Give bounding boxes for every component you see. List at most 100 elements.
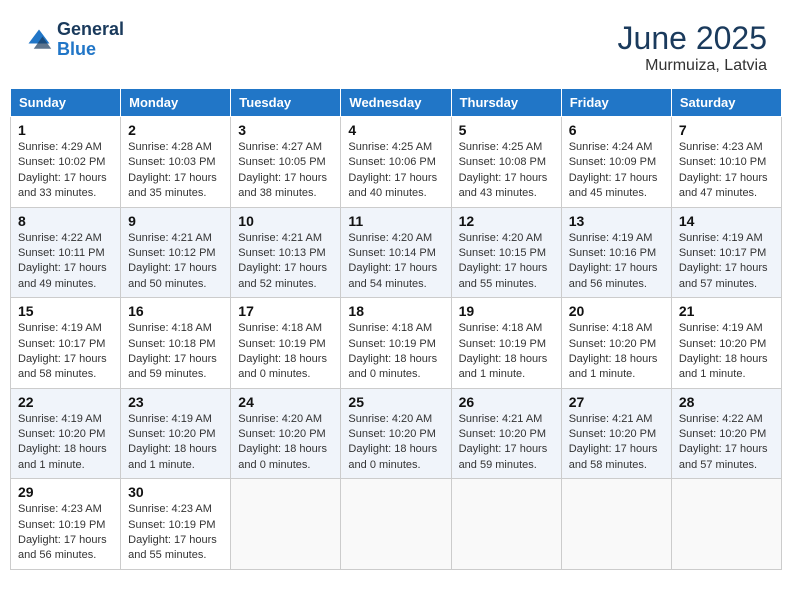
day-info: Sunrise: 4:25 AM Sunset: 10:08 PM Daylig… (459, 140, 554, 202)
day-of-week-header: Sunday (11, 89, 121, 117)
day-info: Sunrise: 4:19 AM Sunset: 10:20 PM Daylig… (128, 412, 223, 474)
calendar-week-row: 22 Sunrise: 4:19 AM Sunset: 10:20 PM Dayl… (11, 388, 782, 479)
calendar-body: 1 Sunrise: 4:29 AM Sunset: 10:02 PM Dayli… (11, 117, 782, 570)
calendar-cell: 16Sunrise: 4:18 AM Sunset: 10:18 PM Dayl… (121, 298, 231, 389)
day-number: 27 (569, 394, 664, 410)
logo: General Blue (25, 20, 124, 60)
day-number: 18 (348, 303, 443, 319)
day-number: 21 (679, 303, 774, 319)
calendar-cell: 21 Sunrise: 4:19 AM Sunset: 10:20 PM Dayl… (671, 298, 781, 389)
calendar-cell: 29 Sunrise: 4:23 AM Sunset: 10:19 PM Dayl… (11, 479, 121, 570)
day-of-week-header: Monday (121, 89, 231, 117)
day-number: 2 (128, 122, 223, 138)
day-number: 16 (128, 303, 223, 319)
calendar-cell: 27 Sunrise: 4:21 AM Sunset: 10:20 PM Dayl… (561, 388, 671, 479)
day-info: Sunrise: 4:21 AM Sunset: 10:12 PM Daylig… (128, 231, 223, 293)
day-of-week-header: Friday (561, 89, 671, 117)
day-number: 17 (238, 303, 333, 319)
day-info: Sunrise: 4:23 AM Sunset: 10:19 PM Daylig… (128, 502, 223, 564)
calendar-cell: 9Sunrise: 4:21 AM Sunset: 10:12 PM Dayli… (121, 207, 231, 298)
location: Murmuiza, Latvia (618, 57, 767, 75)
day-info: Sunrise: 4:22 AM Sunset: 10:20 PM Daylig… (679, 412, 774, 474)
calendar-cell: 4 Sunrise: 4:25 AM Sunset: 10:06 PM Dayli… (341, 117, 451, 208)
calendar-cell: 11 Sunrise: 4:20 AM Sunset: 10:14 PM Dayl… (341, 207, 451, 298)
day-number: 13 (569, 213, 664, 229)
day-info: Sunrise: 4:19 AM Sunset: 10:17 PM Daylig… (18, 321, 113, 383)
calendar-cell: 12 Sunrise: 4:20 AM Sunset: 10:15 PM Dayl… (451, 207, 561, 298)
calendar-cell: 25Sunrise: 4:20 AM Sunset: 10:20 PM Dayl… (341, 388, 451, 479)
day-number: 22 (18, 394, 113, 410)
day-info: Sunrise: 4:21 AM Sunset: 10:20 PM Daylig… (459, 412, 554, 474)
day-number: 3 (238, 122, 333, 138)
day-of-week-header: Wednesday (341, 89, 451, 117)
calendar-cell: 14 Sunrise: 4:19 AM Sunset: 10:17 PM Dayl… (671, 207, 781, 298)
month-title: June 2025 (618, 20, 767, 57)
day-number: 30 (128, 484, 223, 500)
day-info: Sunrise: 4:24 AM Sunset: 10:09 PM Daylig… (569, 140, 664, 202)
day-number: 11 (348, 213, 443, 229)
calendar-cell: 28Sunrise: 4:22 AM Sunset: 10:20 PM Dayl… (671, 388, 781, 479)
logo-general: General (57, 19, 124, 39)
day-number: 29 (18, 484, 113, 500)
day-number: 4 (348, 122, 443, 138)
day-info: Sunrise: 4:19 AM Sunset: 10:16 PM Daylig… (569, 231, 664, 293)
calendar-cell: 19Sunrise: 4:18 AM Sunset: 10:19 PM Dayl… (451, 298, 561, 389)
day-info: Sunrise: 4:22 AM Sunset: 10:11 PM Daylig… (18, 231, 113, 293)
calendar-week-row: 8Sunrise: 4:22 AM Sunset: 10:11 PM Dayli… (11, 207, 782, 298)
day-of-week-header: Tuesday (231, 89, 341, 117)
title-block: June 2025 Murmuiza, Latvia (618, 20, 767, 75)
day-info: Sunrise: 4:28 AM Sunset: 10:03 PM Daylig… (128, 140, 223, 202)
day-number: 23 (128, 394, 223, 410)
day-info: Sunrise: 4:29 AM Sunset: 10:02 PM Daylig… (18, 140, 113, 202)
day-number: 7 (679, 122, 774, 138)
day-info: Sunrise: 4:27 AM Sunset: 10:05 PM Daylig… (238, 140, 333, 202)
day-info: Sunrise: 4:25 AM Sunset: 10:06 PM Daylig… (348, 140, 443, 202)
day-info: Sunrise: 4:23 AM Sunset: 10:19 PM Daylig… (18, 502, 113, 564)
calendar-cell: 23 Sunrise: 4:19 AM Sunset: 10:20 PM Dayl… (121, 388, 231, 479)
calendar-cell: 10Sunrise: 4:21 AM Sunset: 10:13 PM Dayl… (231, 207, 341, 298)
day-info: Sunrise: 4:19 AM Sunset: 10:20 PM Daylig… (18, 412, 113, 474)
day-info: Sunrise: 4:18 AM Sunset: 10:19 PM Daylig… (348, 321, 443, 383)
day-of-week-header: Saturday (671, 89, 781, 117)
calendar-cell (671, 479, 781, 570)
day-number: 12 (459, 213, 554, 229)
calendar-cell: 7 Sunrise: 4:23 AM Sunset: 10:10 PM Dayli… (671, 117, 781, 208)
day-number: 20 (569, 303, 664, 319)
day-number: 10 (238, 213, 333, 229)
calendar-cell: 15 Sunrise: 4:19 AM Sunset: 10:17 PM Dayl… (11, 298, 121, 389)
day-info: Sunrise: 4:18 AM Sunset: 10:19 PM Daylig… (238, 321, 333, 383)
day-number: 1 (18, 122, 113, 138)
day-info: Sunrise: 4:19 AM Sunset: 10:20 PM Daylig… (679, 321, 774, 383)
calendar-cell: 8Sunrise: 4:22 AM Sunset: 10:11 PM Dayli… (11, 207, 121, 298)
calendar-cell: 5 Sunrise: 4:25 AM Sunset: 10:08 PM Dayli… (451, 117, 561, 208)
calendar: SundayMondayTuesdayWednesdayThursdayFrid… (10, 88, 782, 570)
day-number: 5 (459, 122, 554, 138)
day-info: Sunrise: 4:20 AM Sunset: 10:15 PM Daylig… (459, 231, 554, 293)
day-info: Sunrise: 4:21 AM Sunset: 10:20 PM Daylig… (569, 412, 664, 474)
day-number: 19 (459, 303, 554, 319)
calendar-cell: 26 Sunrise: 4:21 AM Sunset: 10:20 PM Dayl… (451, 388, 561, 479)
calendar-cell: 22 Sunrise: 4:19 AM Sunset: 10:20 PM Dayl… (11, 388, 121, 479)
day-info: Sunrise: 4:20 AM Sunset: 10:14 PM Daylig… (348, 231, 443, 293)
logo-text: General Blue (57, 20, 124, 60)
calendar-week-row: 1 Sunrise: 4:29 AM Sunset: 10:02 PM Dayli… (11, 117, 782, 208)
calendar-cell: 20Sunrise: 4:18 AM Sunset: 10:20 PM Dayl… (561, 298, 671, 389)
logo-blue: Blue (57, 39, 96, 59)
day-number: 25 (348, 394, 443, 410)
calendar-cell (341, 479, 451, 570)
calendar-cell: 13 Sunrise: 4:19 AM Sunset: 10:16 PM Dayl… (561, 207, 671, 298)
day-info: Sunrise: 4:20 AM Sunset: 10:20 PM Daylig… (238, 412, 333, 474)
calendar-cell (561, 479, 671, 570)
day-number: 14 (679, 213, 774, 229)
calendar-header-row: SundayMondayTuesdayWednesdayThursdayFrid… (11, 89, 782, 117)
day-number: 6 (569, 122, 664, 138)
day-info: Sunrise: 4:19 AM Sunset: 10:17 PM Daylig… (679, 231, 774, 293)
day-info: Sunrise: 4:23 AM Sunset: 10:10 PM Daylig… (679, 140, 774, 202)
header: General Blue June 2025 Murmuiza, Latvia (10, 10, 782, 80)
day-number: 26 (459, 394, 554, 410)
calendar-cell (231, 479, 341, 570)
calendar-cell: 18 Sunrise: 4:18 AM Sunset: 10:19 PM Dayl… (341, 298, 451, 389)
day-number: 15 (18, 303, 113, 319)
logo-icon (25, 26, 53, 54)
calendar-cell (451, 479, 561, 570)
